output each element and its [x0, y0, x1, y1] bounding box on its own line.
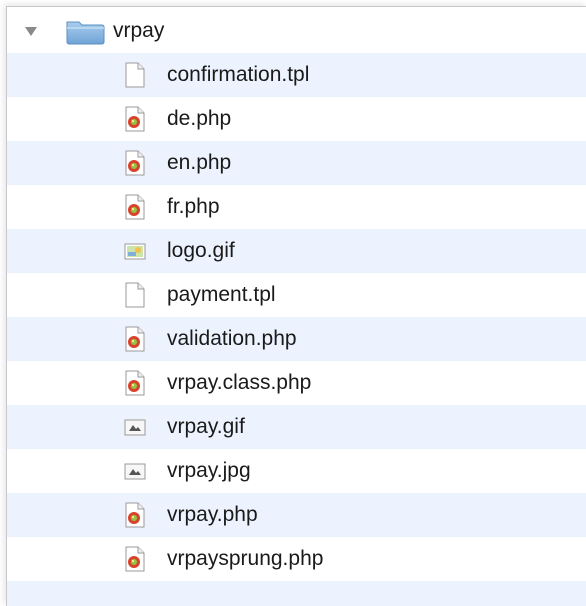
php-file-icon	[124, 546, 146, 572]
file-name: vrpay.jpg	[167, 459, 251, 482]
text-document-icon	[124, 282, 146, 308]
php-file-icon	[124, 370, 146, 396]
file-row[interactable]: de.php	[7, 97, 586, 141]
file-name: confirmation.tpl	[167, 63, 310, 86]
file-row[interactable]: vrpay.gif	[7, 405, 586, 449]
image-preview-icon	[124, 414, 146, 440]
empty-row	[7, 581, 586, 606]
file-row[interactable]: payment.tpl	[7, 273, 586, 317]
php-file-icon	[124, 326, 146, 352]
folder-icon	[65, 19, 105, 45]
file-row[interactable]: vrpaysprung.php	[7, 537, 586, 581]
text-document-icon	[124, 62, 146, 88]
file-row[interactable]: vrpay.class.php	[7, 361, 586, 405]
file-name: vrpay.php	[167, 503, 258, 526]
file-row[interactable]: confirmation.tpl	[7, 53, 586, 97]
file-row[interactable]: logo.gif	[7, 229, 586, 273]
file-name: de.php	[167, 107, 232, 130]
php-file-icon	[124, 194, 146, 220]
disclosure-triangle-icon[interactable]	[24, 24, 38, 38]
image-preview-icon	[124, 458, 146, 484]
file-name: logo.gif	[167, 239, 235, 262]
finder-list-view: vrpay confirmation.tpl de.php en.php fr.php…	[6, 6, 586, 606]
file-row[interactable]: fr.php	[7, 185, 586, 229]
php-file-icon	[124, 502, 146, 528]
folder-row[interactable]: vrpay	[7, 9, 586, 53]
folder-name: vrpay	[113, 19, 165, 42]
file-name: payment.tpl	[167, 283, 276, 306]
file-name: vrpay.class.php	[167, 371, 312, 394]
file-row[interactable]: en.php	[7, 141, 586, 185]
file-row[interactable]: vrpay.jpg	[7, 449, 586, 493]
file-row[interactable]: vrpay.php	[7, 493, 586, 537]
file-name: en.php	[167, 151, 232, 174]
php-file-icon	[124, 106, 146, 132]
php-file-icon	[124, 150, 146, 176]
image-thumbnail-icon	[124, 238, 146, 264]
file-name: vrpaysprung.php	[167, 547, 324, 570]
file-name: fr.php	[167, 195, 220, 218]
file-name: vrpay.gif	[167, 415, 245, 438]
file-name: validation.php	[167, 327, 297, 350]
file-row[interactable]: validation.php	[7, 317, 586, 361]
